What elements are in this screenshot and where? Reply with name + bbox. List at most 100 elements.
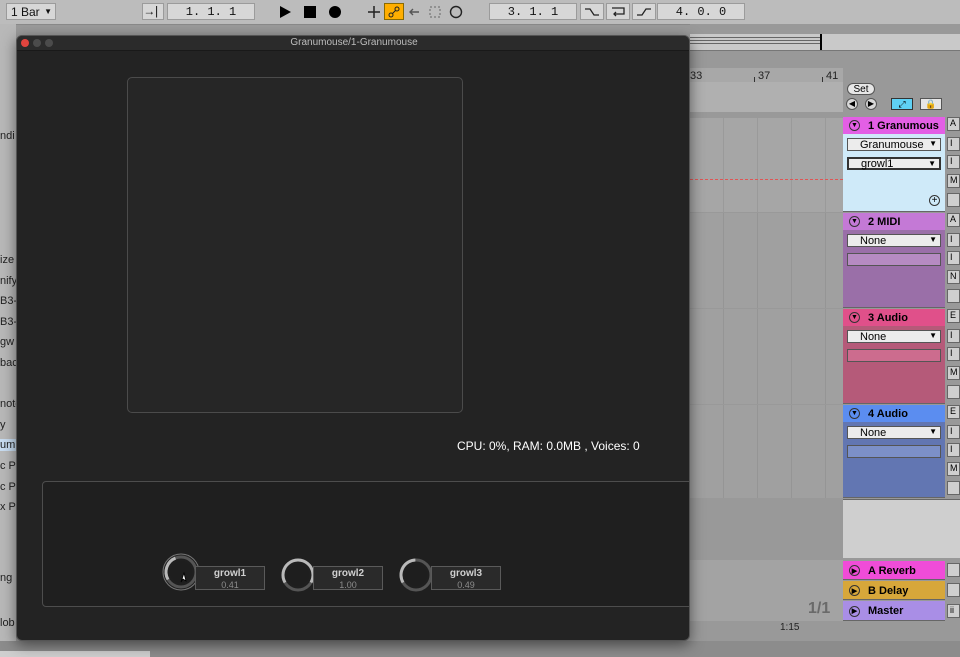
input-channel-slot[interactable] [847,349,941,362]
bar-ruler[interactable]: 33 37 41 [690,68,843,82]
browser-item[interactable]: y [0,419,16,431]
add-automation-icon[interactable]: + [929,195,940,206]
browser-item[interactable]: ize [0,254,16,266]
fold-icon[interactable]: ▼ [849,408,860,419]
input-channel-dropdown[interactable]: growl1 ▼ [847,157,941,170]
empty-track-area[interactable] [843,499,960,558]
capture-icon[interactable] [425,3,445,20]
arrangement-position[interactable]: 1. 1. 1 [167,3,255,20]
stop-icon[interactable] [300,3,320,20]
input-type-dropdown[interactable]: None ▼ [847,330,941,343]
io-button[interactable] [947,193,960,207]
browser-item[interactable]: B3- [0,316,16,328]
growl3-knob[interactable] [397,556,435,594]
automation-arm-icon[interactable] [384,3,404,20]
browser-item[interactable]: ng [0,572,16,584]
io-button[interactable]: M [947,174,960,188]
track-lane-1[interactable] [690,118,843,212]
track-header-3[interactable]: ▼ 3 Audio None ▼ [843,309,945,404]
browser-item[interactable]: x P [0,501,16,513]
io-button[interactable]: A [947,117,960,131]
io-button[interactable]: I [947,329,960,343]
overview-strip[interactable] [690,34,960,51]
play-icon[interactable]: ▶ [849,605,860,617]
input-type-dropdown[interactable]: None ▼ [847,234,941,247]
track-title-2[interactable]: ▼ 2 MIDI [843,213,945,230]
growl2-knob[interactable] [279,556,317,594]
track-header-1[interactable]: ▼ 1 Granumous Granumouse ▼ growl1 ▼ + [843,117,945,212]
punch-in-icon[interactable] [580,3,604,20]
set-button[interactable]: Set [847,83,875,95]
punch-out-icon[interactable] [632,3,656,20]
loop-start-field[interactable]: 3. 1. 1 [489,3,577,20]
browser-item[interactable]: gw [0,336,16,348]
io-button[interactable] [947,289,960,303]
return-title-a[interactable]: ▶ A Reverb [843,561,945,580]
io-button[interactable]: I [947,137,960,151]
play-icon[interactable] [275,3,295,20]
input-type-dropdown[interactable]: None ▼ [847,426,941,439]
play-icon[interactable]: ▶ [849,585,860,596]
follow-icon[interactable]: →| [142,3,164,20]
return-track-b[interactable]: ▶ B Delay [843,581,945,600]
play-icon[interactable]: ▶ [849,565,860,576]
io-button[interactable]: ii [947,604,960,618]
next-locator-icon[interactable]: ▶ [865,98,877,110]
input-type-dropdown[interactable]: Granumouse ▼ [847,138,941,151]
io-button[interactable]: M [947,366,960,380]
io-button[interactable]: I [947,443,960,457]
master-track[interactable]: ▶ Master [843,601,945,621]
browser-item[interactable]: bac [0,357,16,369]
track-header-2[interactable]: ▼ 2 MIDI None ▼ [843,213,945,308]
io-button[interactable] [947,563,960,577]
browser-item[interactable]: lob [0,617,16,629]
io-button[interactable]: E [947,405,960,419]
growl1-value-box[interactable]: growl1 0.41 [195,566,265,590]
track-lane-3[interactable] [690,309,843,404]
session-record-icon[interactable] [446,3,466,20]
expand-icon[interactable]: ⤢ [891,98,913,110]
track-title-1[interactable]: ▼ 1 Granumous [843,117,945,134]
locator-lane[interactable] [690,82,843,112]
browser-item[interactable]: ndi [0,130,16,142]
browser-item[interactable]: note [0,398,16,410]
io-button[interactable]: I [947,233,960,247]
quantize-dropdown[interactable]: 1 Bar ▼ [6,3,56,20]
browser-item-selected[interactable]: um [0,439,16,451]
return-title-b[interactable]: ▶ B Delay [843,581,945,600]
io-button[interactable]: I [947,347,960,361]
input-channel-slot[interactable] [847,253,941,266]
io-button[interactable] [947,481,960,495]
io-button[interactable]: A [947,213,960,227]
io-button[interactable] [947,583,960,597]
io-button[interactable]: I [947,251,960,265]
track-title-3[interactable]: ▼ 3 Audio [843,309,945,326]
loop-length-field[interactable]: 4. 0. 0 [657,3,745,20]
growl3-value-box[interactable]: growl3 0.49 [431,566,501,590]
back-to-arrangement-icon[interactable] [404,3,424,20]
io-button[interactable]: M [947,462,960,476]
record-icon[interactable] [325,3,345,20]
fold-icon[interactable]: ▼ [849,312,860,323]
browser-item[interactable]: c P [0,460,16,472]
granular-display[interactable] [127,77,463,413]
track-lane-2[interactable] [690,213,843,308]
window-titlebar[interactable]: Granumouse/1-Granumouse [17,36,689,51]
fold-icon[interactable]: ▼ [849,120,860,131]
lock-icon[interactable]: 🔒 [920,98,942,110]
browser-item[interactable]: B3- [0,295,16,307]
master-title[interactable]: ▶ Master [843,601,945,621]
growl2-value-box[interactable]: growl2 1.00 [313,566,383,590]
browser-item[interactable]: nify [0,275,16,287]
io-button[interactable]: I [947,425,960,439]
add-icon[interactable] [364,3,384,20]
loop-icon[interactable] [606,3,630,20]
fold-icon[interactable]: ▼ [849,216,860,227]
prev-locator-icon[interactable]: ◀ [846,98,858,110]
io-button[interactable]: N [947,270,960,284]
io-button[interactable]: E [947,309,960,323]
browser-item[interactable]: c P [0,481,16,493]
return-track-a[interactable]: ▶ A Reverb [843,561,945,580]
track-lane-4[interactable] [690,405,843,498]
io-button[interactable]: I [947,155,960,169]
